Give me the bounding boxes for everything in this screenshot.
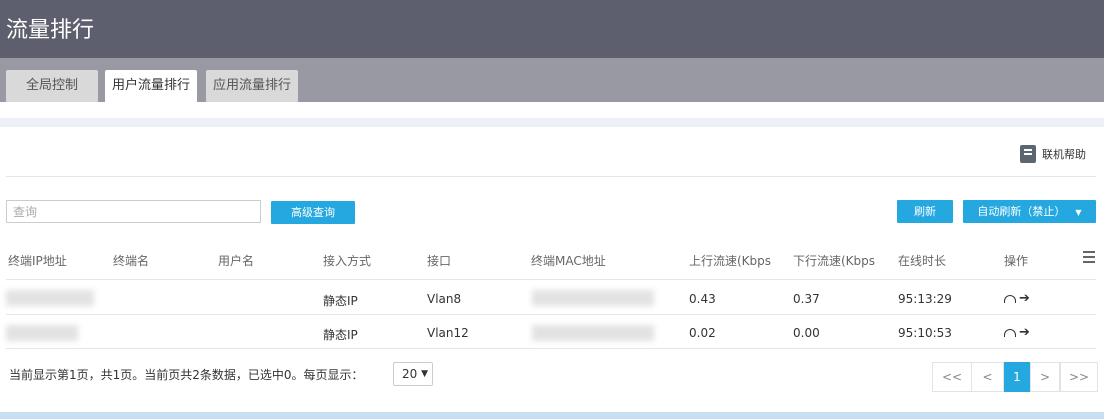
column-menu-icon[interactable] [1083,251,1095,266]
cell-online-duration: 95:13:29 [898,292,952,306]
cell-upload-rate: 0.43 [689,292,716,306]
page-size-value: 20 [402,367,418,381]
row-divider [6,279,1096,280]
cell-interface: Vlan8 [427,292,462,306]
first-page-button[interactable]: << [932,362,972,392]
next-page-button[interactable]: > [1030,362,1060,392]
cell-upload-rate: 0.02 [689,326,716,340]
page-size-select[interactable]: 20 ▼ [393,362,433,386]
page-1-button[interactable]: 1 [1004,362,1030,392]
column-header-download-rate[interactable]: 下行流速(Kbps [793,252,875,269]
row-divider [6,348,1096,349]
redacted-mac [532,325,654,341]
tab-user-traffic-ranking[interactable]: 用户流量排行 [105,70,197,102]
column-header-online-duration[interactable]: 在线时长 [898,252,946,269]
auto-refresh-dropdown[interactable]: 自动刷新（禁止） ▼ [963,200,1096,223]
column-header-access-method[interactable]: 接入方式 [323,252,371,269]
chevron-down-icon: ▼ [421,369,428,379]
title-bar: 流量排行 [0,0,1104,58]
book-icon [1020,145,1036,163]
last-page-button[interactable]: >> [1060,362,1098,392]
cell-access-method: 静态IP [323,294,358,308]
column-header-user-name[interactable]: 用户名 [218,252,254,269]
online-help-link[interactable]: 联机帮助 [1020,145,1086,163]
redacted-mac [532,290,654,306]
column-header-actions: 操作 [1004,254,1029,268]
auto-refresh-label: 自动刷新（禁止） [977,205,1066,218]
cell-access-method: 静态IP [323,328,358,342]
refresh-button[interactable]: 刷新 [897,200,953,223]
column-header-upload-rate[interactable]: 上行流速(Kbps [689,252,771,269]
tab-global-control[interactable]: 全局控制 [6,70,98,102]
cell-download-rate: 0.00 [793,326,820,340]
cell-download-rate: 0.37 [793,292,820,306]
redacted-ip [6,325,78,341]
page-title: 流量排行 [6,18,95,43]
column-header-ip[interactable]: 终端IP地址 [8,252,67,269]
caret-down-icon: ▼ [1075,208,1082,217]
advanced-query-button[interactable]: 高级查询 [271,201,355,224]
column-header-mac[interactable]: 终端MAC地址 [531,252,606,269]
column-header-terminal-name[interactable]: 终端名 [113,252,149,269]
column-header-interface[interactable]: 接口 [427,252,451,269]
gauge-icon[interactable] [1004,294,1016,303]
cell-online-duration: 95:10:53 [898,326,952,340]
divider [6,176,1096,177]
bottom-bar [0,412,1104,419]
section-divider [0,118,1104,127]
gauge-icon[interactable] [1004,328,1016,337]
arrow-right-icon[interactable]: ➔ [1019,325,1030,340]
tab-strip: 全局控制 用户流量排行 应用流量排行 [0,58,1104,102]
pagination-summary: 当前显示第1页，共1页。当前页共2条数据，已选中0。每页显示： [9,368,364,382]
row-actions: ➔ [1004,325,1030,340]
tab-app-traffic-ranking[interactable]: 应用流量排行 [206,70,298,102]
online-help-label: 联机帮助 [1042,148,1086,161]
redacted-ip [6,290,94,306]
cell-interface: Vlan12 [427,326,469,340]
search-input[interactable] [6,200,261,223]
prev-page-button[interactable]: < [971,362,1004,392]
arrow-right-icon[interactable]: ➔ [1019,291,1030,306]
row-actions: ➔ [1004,291,1030,306]
row-divider [6,314,1096,315]
